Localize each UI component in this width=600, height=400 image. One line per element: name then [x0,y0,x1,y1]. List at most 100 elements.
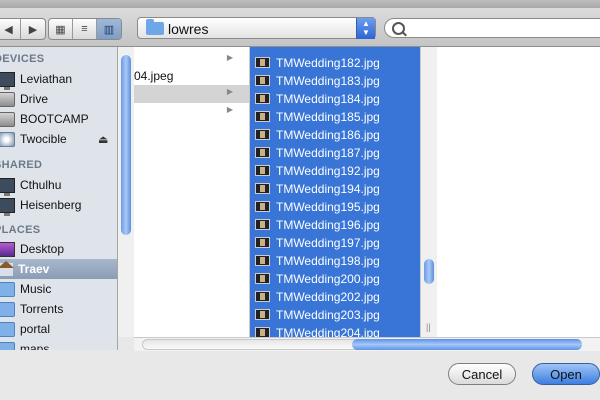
search-field[interactable] [384,18,600,38]
file-row[interactable]: TMWedding202.jpg [250,288,420,306]
file-row[interactable]: TMWedding196.jpg [250,216,420,234]
sidebar-item-label: Drive [20,92,49,106]
column-row-label: 04.jpeg [134,69,174,83]
list-view-button[interactable]: ≡ [73,19,97,39]
chevron-right-icon: ▶ [226,87,233,96]
image-thumbnail-icon [255,93,270,104]
image-thumbnail-icon [255,201,270,212]
files-scrollbar[interactable]: || [420,47,437,337]
file-name: TMWedding198.jpg [276,254,380,268]
list-view-icon: ≡ [81,23,88,35]
sidebar-item-bootcamp[interactable]: BOOTCAMP [0,109,117,129]
file-name: TMWedding194.jpg [276,182,380,196]
sidebar-item-cthulhu[interactable]: Cthulhu [0,175,117,196]
file-name: TMWedding204.jpg [276,326,380,337]
sidebar-item-label: Twocible [20,132,67,146]
sidebar-item-label: Traev [18,262,50,276]
column-resize-handle[interactable]: || [426,322,431,332]
chevron-right-icon: ▶ [226,53,233,62]
file-row[interactable]: TMWedding182.jpg [250,54,420,72]
sidebar-item-drive[interactable]: Drive [0,89,117,109]
image-thumbnail-icon [255,75,270,86]
sidebar-item-desktop[interactable]: Desktop [0,239,117,259]
sidebar-item-label: BOOTCAMP [20,112,89,126]
file-row[interactable]: TMWedding203.jpg [250,306,420,324]
file-name: TMWedding195.jpg [276,200,380,214]
monitor-icon [0,71,15,90]
sidebar-section-shared: SHARED [0,159,43,171]
image-thumbnail-icon [255,255,270,266]
file-name: TMWedding192.jpg [276,164,380,178]
forward-button[interactable]: ▶ [21,19,45,39]
sidebar-scrollbar[interactable] [118,47,134,337]
sidebar-item-label: maps [20,342,50,350]
file-row[interactable] [250,47,420,54]
horizontal-scrollbar[interactable] [134,337,600,351]
file-row[interactable]: TMWedding183.jpg [250,72,420,90]
image-thumbnail-icon [255,273,270,284]
icon-view-icon: ▦ [55,23,66,36]
file-name: TMWedding186.jpg [276,128,380,142]
files-scroll-thumb[interactable] [424,259,434,284]
file-row[interactable]: TMWedding186.jpg [250,126,420,144]
image-thumbnail-icon [255,237,270,248]
view-switcher: ▦ ≡ ▥ [48,18,122,40]
sidebar-item-music[interactable]: Music [0,279,117,299]
sidebar-scroll-thumb[interactable] [121,55,131,235]
folder-icon [0,341,15,350]
icon-view-button[interactable]: ▦ [49,19,73,39]
file-name: TMWedding182.jpg [276,56,380,70]
file-row[interactable]: TMWedding187.jpg [250,144,420,162]
image-thumbnail-icon [255,183,270,194]
image-thumbnail-icon [255,57,270,68]
file-row[interactable]: TMWedding192.jpg [250,162,420,180]
file-name: TMWedding185.jpg [276,110,380,124]
sidebar-item-label: Cthulhu [20,178,62,192]
file-row[interactable]: TMWedding198.jpg [250,252,420,270]
file-row[interactable]: TMWedding184.jpg [250,90,420,108]
column-row[interactable]: ▶ [134,85,249,103]
sidebar-item-label: portal [20,322,51,336]
sidebar-item-label: Desktop [20,242,65,256]
file-row[interactable]: TMWedding200.jpg [250,270,420,288]
file-row[interactable]: TMWedding204.jpg [250,324,420,337]
file-name: TMWedding196.jpg [276,218,380,232]
sidebar-item-maps[interactable]: maps [0,339,117,350]
column-view-button[interactable]: ▥ [97,19,121,39]
image-thumbnail-icon [255,147,270,158]
sidebar: DEVICES Leviathan Drive BOOTCAMP Twocibl… [0,47,118,350]
sidebar-item-label: Torrents [20,302,64,316]
browser-column-files: TMWedding182.jpg TMWedding183.jpg TMWeddin… [250,47,420,337]
location-popup[interactable]: lowres ▲ ▼ [137,17,376,39]
file-row[interactable]: TMWedding197.jpg [250,234,420,252]
back-button[interactable]: ◀ [0,19,21,39]
file-row[interactable]: TMWedding194.jpg [250,180,420,198]
eject-icon[interactable]: ⏏ [98,133,108,146]
column-row[interactable]: 04.jpeg [134,67,249,85]
search-icon [392,22,405,35]
file-name: TMWedding187.jpg [276,146,380,160]
file-row[interactable]: TMWedding195.jpg [250,198,420,216]
sidebar-item-portal[interactable]: portal [0,319,117,339]
file-name: TMWedding197.jpg [276,236,380,250]
sidebar-item-traev[interactable]: Traev [0,259,117,279]
folder-icon [0,321,15,337]
browser-column-1: ▶ 04.jpeg ▶ ▶ || [134,47,250,337]
chevron-right-icon: ▶ [226,105,233,114]
sidebar-item-torrents[interactable]: Torrents [0,299,117,319]
file-row[interactable]: TMWedding185.jpg [250,108,420,126]
horizontal-scroll-thumb[interactable] [352,339,582,350]
title-bar [0,0,600,8]
column-row[interactable]: ▶ [134,103,249,121]
column-view-icon: ▥ [103,23,115,36]
sidebar-item-label: Leviathan [20,72,73,86]
sidebar-item-heisenberg[interactable]: Heisenberg [0,195,117,216]
folder-icon [0,281,15,297]
browser-column-preview [437,47,600,337]
sidebar-item-leviathan[interactable]: Leviathan [0,69,117,90]
open-button[interactable]: Open [532,363,600,385]
chevron-right-icon: ▶ [28,23,38,36]
hard-disk-icon [0,91,15,107]
cancel-button[interactable]: Cancel [448,363,516,385]
image-thumbnail-icon [255,309,270,320]
